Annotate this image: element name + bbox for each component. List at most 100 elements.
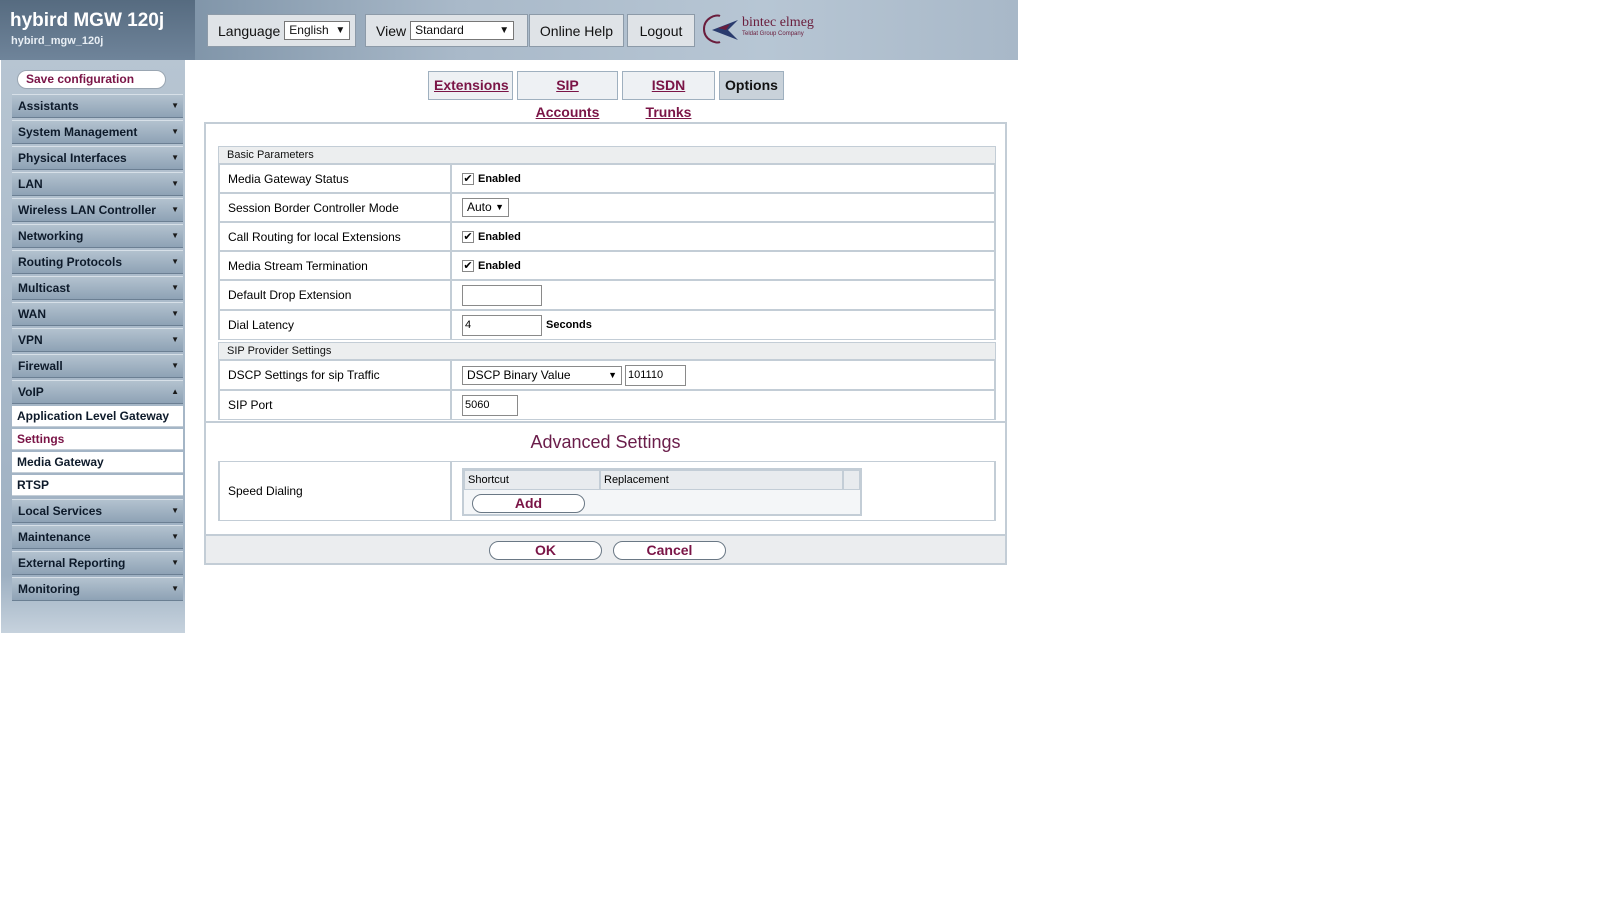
sidebar-item-assistants[interactable]: Assistants ▼ xyxy=(12,94,183,118)
tab-isdn-trunks[interactable]: ISDN Trunks xyxy=(622,71,715,120)
speed-dialing-table: Shortcut Replacement Add xyxy=(462,468,862,516)
caret-down-icon: ▼ xyxy=(171,361,179,370)
row-sbc-mode: Session Border Controller Mode Auto ▼ xyxy=(218,193,996,222)
column-header-replacement: Replacement xyxy=(600,470,843,490)
sidebar-item-label: External Reporting xyxy=(18,556,126,570)
row-call-routing: Call Routing for local Extensions ✔ Enab… xyxy=(218,222,996,251)
sidebar-item-routing-protocols[interactable]: Routing Protocols ▼ xyxy=(12,250,183,274)
sidebar-item-label: Wireless LAN Controller xyxy=(18,203,156,217)
sidebar-subitem-media-gateway[interactable]: Media Gateway xyxy=(12,452,183,473)
add-speed-dial-button[interactable]: Add xyxy=(472,494,585,513)
default-drop-input[interactable] xyxy=(462,284,542,306)
logout-link[interactable]: Logout xyxy=(627,14,695,47)
caret-down-icon: ▼ xyxy=(171,257,179,266)
chevron-down-icon: ▼ xyxy=(499,25,510,36)
sidebar-item-wlan-controller[interactable]: Wireless LAN Controller ▼ xyxy=(12,198,183,222)
caret-up-icon: ▲ xyxy=(171,387,179,396)
online-help-link[interactable]: Online Help xyxy=(529,14,624,47)
caret-down-icon: ▼ xyxy=(171,335,179,344)
caret-down-icon: ▼ xyxy=(171,309,179,318)
sidebar-item-vpn[interactable]: VPN ▼ xyxy=(12,328,183,352)
device-title: hybird MGW 120j xyxy=(10,10,165,31)
stream-termination-checkbox[interactable]: ✔ xyxy=(462,259,474,272)
chevron-down-icon: ▼ xyxy=(335,25,346,36)
sidebar-item-label: System Management xyxy=(18,125,138,139)
sidebar-item-firewall[interactable]: Firewall ▼ xyxy=(12,354,183,378)
row-sip-port: SIP Port 5060 xyxy=(218,390,996,420)
row-mgw-status: Media Gateway Status ✔ Enabled xyxy=(218,164,996,193)
save-configuration-button[interactable]: Save configuration xyxy=(17,70,166,89)
sidebar-item-voip[interactable]: VoIP ▲ xyxy=(12,380,183,404)
sidebar-item-label: VPN xyxy=(18,333,43,347)
sidebar-item-label: VoIP xyxy=(18,385,44,399)
sidebar-subitem-settings[interactable]: Settings xyxy=(12,429,183,450)
sidebar-subitem-rtsp[interactable]: RTSP xyxy=(12,475,183,496)
view-select-value: Standard xyxy=(415,23,464,37)
view-select[interactable]: Standard ▼ xyxy=(410,21,515,40)
sidebar-item-multicast[interactable]: Multicast ▼ xyxy=(12,276,183,300)
sbc-mode-select[interactable]: Auto ▼ xyxy=(462,198,509,217)
view-label: View xyxy=(376,22,407,39)
dial-latency-input[interactable]: 4 xyxy=(462,314,542,336)
field-label: Session Border Controller Mode xyxy=(220,194,452,221)
sidebar: Save configuration Assistants ▼ System Ma… xyxy=(1,60,185,633)
field-label: Dial Latency xyxy=(220,311,452,339)
tab-options[interactable]: Options xyxy=(719,71,784,100)
form-footer: OK Cancel xyxy=(206,534,1005,563)
field-value: Auto ▼ xyxy=(462,194,509,221)
ok-button[interactable]: OK xyxy=(489,541,602,560)
sidebar-item-maintenance[interactable]: Maintenance ▼ xyxy=(12,525,183,549)
sidebar-item-monitoring[interactable]: Monitoring ▼ xyxy=(12,577,183,601)
mgw-status-checkbox[interactable]: ✔ xyxy=(462,172,474,185)
unit-label: Seconds xyxy=(546,319,592,331)
sidebar-item-label: WAN xyxy=(18,307,46,321)
language-box: Language English ▼ xyxy=(207,14,356,47)
caret-down-icon: ▼ xyxy=(171,101,179,110)
cancel-button[interactable]: Cancel xyxy=(613,541,726,560)
tab-sip-accounts[interactable]: SIP Accounts xyxy=(517,71,618,120)
language-select[interactable]: English ▼ xyxy=(284,21,351,40)
sidebar-subitem-alg[interactable]: Application Level Gateway xyxy=(12,406,183,427)
checkbox-label: Enabled xyxy=(478,172,521,185)
sidebar-item-lan[interactable]: LAN ▼ xyxy=(12,172,183,196)
brand-block: hybird MGW 120j hybird_mgw_120j xyxy=(0,0,195,60)
field-label: Call Routing for local Extensions xyxy=(220,223,452,250)
bintec-elmeg-logo: bintec elmeg Teldat Group Company xyxy=(698,12,814,46)
options-form: Basic Parameters Media Gateway Status ✔ … xyxy=(204,122,1007,565)
field-label: Speed Dialing xyxy=(220,462,452,520)
sidebar-item-wan[interactable]: WAN ▼ xyxy=(12,302,183,326)
dscp-type-select[interactable]: DSCP Binary Value ▼ xyxy=(462,365,622,385)
divider xyxy=(206,421,1005,423)
caret-down-icon: ▼ xyxy=(171,558,179,567)
caret-down-icon: ▼ xyxy=(171,283,179,292)
checkbox-label: Enabled xyxy=(478,230,521,243)
tab-extensions[interactable]: Extensions xyxy=(428,71,513,100)
sidebar-item-label: Firewall xyxy=(18,359,63,373)
sidebar-item-label: Physical Interfaces xyxy=(18,151,127,165)
caret-down-icon: ▼ xyxy=(171,506,179,515)
row-default-drop: Default Drop Extension xyxy=(218,280,996,310)
sidebar-item-networking[interactable]: Networking ▼ xyxy=(12,224,183,248)
sidebar-item-label: Monitoring xyxy=(18,582,80,596)
logo-subtext: Teldat Group Company xyxy=(742,31,804,37)
call-routing-checkbox[interactable]: ✔ xyxy=(462,230,474,243)
field-value: ✔ Enabled xyxy=(462,165,521,192)
logo-text: bintec elmeg xyxy=(742,15,814,30)
dscp-value-input[interactable]: 101110 xyxy=(625,364,686,386)
bird-logo-icon xyxy=(703,14,738,44)
field-value: DSCP Binary Value ▼ 101110 xyxy=(462,361,686,389)
language-label: Language xyxy=(218,22,281,39)
caret-down-icon: ▼ xyxy=(171,584,179,593)
sidebar-item-physical-interfaces[interactable]: Physical Interfaces ▼ xyxy=(12,146,183,170)
sidebar-item-system-management[interactable]: System Management ▼ xyxy=(12,120,183,144)
sidebar-item-local-services[interactable]: Local Services ▼ xyxy=(12,499,183,523)
top-header: hybird MGW 120j hybird_mgw_120j Language… xyxy=(0,0,1018,60)
field-label: Default Drop Extension xyxy=(220,281,452,309)
sidebar-item-external-reporting[interactable]: External Reporting ▼ xyxy=(12,551,183,575)
field-label: Media Stream Termination xyxy=(220,252,452,279)
sip-port-input[interactable]: 5060 xyxy=(462,394,518,416)
caret-down-icon: ▼ xyxy=(171,205,179,214)
sidebar-item-label: Multicast xyxy=(18,281,71,295)
field-value xyxy=(462,281,542,309)
sidebar-item-label: Networking xyxy=(18,229,84,243)
